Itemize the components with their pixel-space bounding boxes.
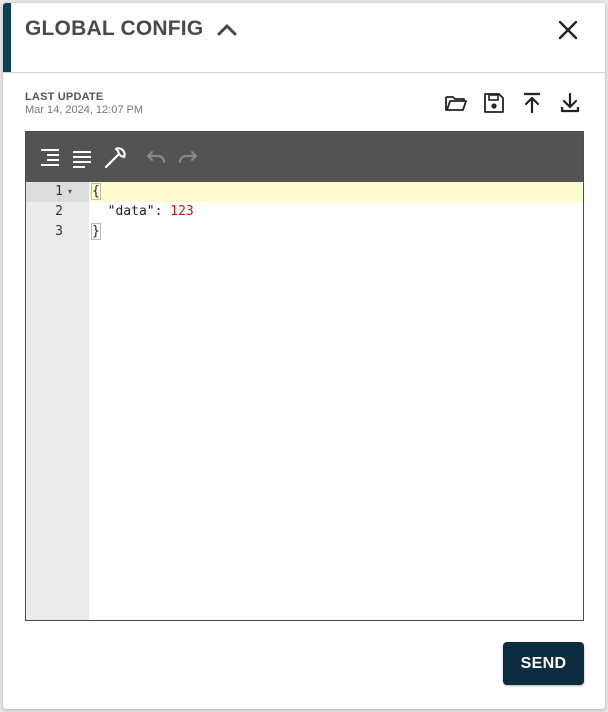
code-text-area[interactable] — [89, 182, 583, 620]
editor-toolbar — [26, 132, 583, 182]
upload-icon[interactable] — [518, 89, 546, 117]
line-number: 1 — [55, 184, 63, 199]
close-brace: } — [91, 223, 101, 240]
compact-icon[interactable] — [68, 144, 96, 172]
panel-title: GLOBAL CONFIG — [25, 17, 204, 40]
panel-header: GLOBAL CONFIG — [3, 3, 605, 73]
undo-icon[interactable] — [142, 144, 170, 172]
fold-toggle-icon[interactable]: ▾ — [68, 182, 72, 202]
code-line: "data": 123 — [92, 202, 194, 222]
json-number-value: 123 — [170, 204, 194, 219]
chevron-up-icon[interactable] — [215, 18, 239, 42]
json-editor[interactable]: 1 ▾ { 2 "data": 123 3 } — [25, 131, 584, 621]
json-key: "data" — [107, 204, 155, 219]
repair-icon[interactable] — [101, 144, 129, 172]
send-button[interactable]: SEND — [503, 642, 584, 685]
code-line: { — [91, 182, 101, 202]
line-number-gutter — [26, 182, 89, 620]
redo-icon[interactable] — [174, 144, 202, 172]
open-folder-icon[interactable] — [442, 89, 470, 117]
json-colon: : — [154, 204, 171, 219]
line-number: 3 — [55, 224, 63, 239]
last-update-label: LAST UPDATE — [25, 91, 104, 103]
code-line: } — [91, 222, 101, 242]
format-icon[interactable] — [36, 144, 64, 172]
config-panel: GLOBAL CONFIG LAST UPDATE Mar 14, 2024, … — [3, 3, 605, 709]
header-accent-bar — [3, 3, 11, 72]
download-icon[interactable] — [556, 89, 584, 117]
close-icon[interactable] — [555, 17, 581, 43]
line-number: 2 — [55, 204, 63, 219]
save-icon[interactable] — [480, 89, 508, 117]
open-brace: { — [91, 183, 101, 200]
last-update-date: Mar 14, 2024, 12:07 PM — [25, 104, 144, 116]
active-line-highlight — [26, 182, 583, 202]
